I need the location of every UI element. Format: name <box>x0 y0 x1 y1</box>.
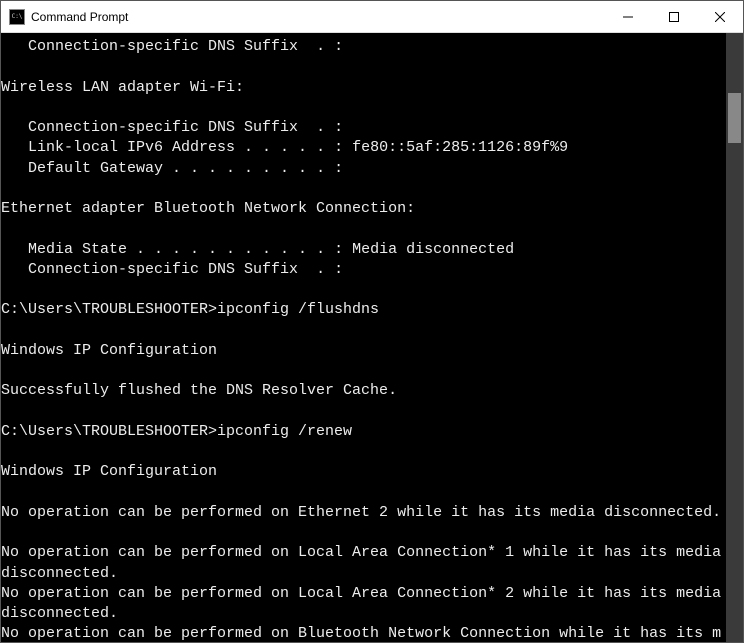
command-prompt-window: Command Prompt Connection-specific DNS S… <box>0 0 744 643</box>
close-button[interactable] <box>697 1 743 32</box>
maximize-icon <box>669 12 679 22</box>
close-icon <box>715 12 725 22</box>
minimize-button[interactable] <box>605 1 651 32</box>
vertical-scrollbar[interactable] <box>726 33 743 642</box>
maximize-button[interactable] <box>651 1 697 32</box>
console-output[interactable]: Connection-specific DNS Suffix . : Wirel… <box>1 33 726 642</box>
minimize-icon <box>623 12 633 22</box>
window-title: Command Prompt <box>31 10 128 24</box>
scrollbar-thumb[interactable] <box>728 93 741 143</box>
titlebar: Command Prompt <box>1 1 743 33</box>
window-controls <box>605 1 743 32</box>
console-area: Connection-specific DNS Suffix . : Wirel… <box>1 33 743 642</box>
cmd-icon <box>9 9 25 25</box>
